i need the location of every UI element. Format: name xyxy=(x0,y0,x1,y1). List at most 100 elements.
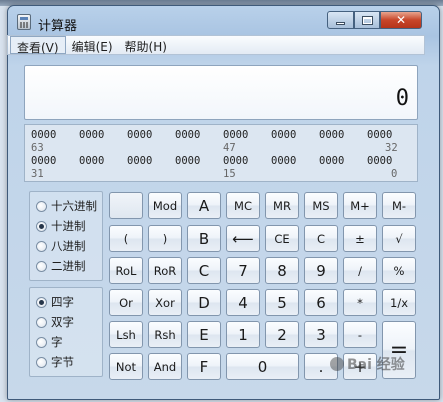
radio-label: 二进制 xyxy=(51,259,86,273)
radio-hex[interactable]: 十六进制 xyxy=(36,198,97,214)
bit-index-label: 15 xyxy=(223,168,236,180)
bit-group[interactable]: 0000 xyxy=(223,129,248,141)
radio-bin[interactable]: 二进制 xyxy=(36,258,86,274)
maximize-button[interactable] xyxy=(354,11,380,29)
bit-index-label: 47 xyxy=(223,142,236,154)
blank-button[interactable] xyxy=(109,192,143,219)
and-button[interactable]: And xyxy=(148,353,182,380)
negate-button[interactable]: ± xyxy=(343,225,377,252)
radio-dword[interactable]: 双字 xyxy=(36,314,74,330)
bit-group[interactable]: 0000 xyxy=(271,155,296,167)
menu-view[interactable]: 查看(V) xyxy=(10,36,66,55)
radio-dot-icon xyxy=(36,240,47,252)
shift-right-button[interactable]: Rsh xyxy=(148,321,182,348)
maximize-icon xyxy=(361,15,373,25)
title-bar[interactable]: 计算器 ✕ xyxy=(8,6,439,36)
binary-bit-panel: 0000 0000 0000 0000 0000 0000 0000 0000 … xyxy=(24,124,418,182)
digit-2-button[interactable]: 2 xyxy=(265,321,299,348)
baidu-paw-icon xyxy=(330,357,344,371)
memory-recall-button[interactable]: MR xyxy=(265,192,299,219)
backspace-button[interactable]: ⟵ xyxy=(226,225,260,252)
shift-left-button[interactable]: Lsh xyxy=(109,321,143,348)
bit-group[interactable]: 0000 xyxy=(79,155,104,167)
bit-group[interactable]: 0000 xyxy=(223,155,248,167)
radio-label: 字 xyxy=(51,335,63,349)
bit-group[interactable]: 0000 xyxy=(367,155,392,167)
hex-d-button[interactable]: D xyxy=(187,289,221,316)
bit-row-high: 0000 0000 0000 0000 0000 0000 0000 0000 xyxy=(31,129,411,142)
close-button[interactable]: ✕ xyxy=(380,11,422,29)
bit-group[interactable]: 0000 xyxy=(319,129,344,141)
digit-9-button[interactable]: 9 xyxy=(304,257,338,284)
memory-add-button[interactable]: M+ xyxy=(343,192,377,219)
close-icon: ✕ xyxy=(395,13,407,27)
minimize-button[interactable] xyxy=(327,11,354,29)
digit-8-button[interactable]: 8 xyxy=(265,257,299,284)
radio-oct[interactable]: 八进制 xyxy=(36,238,86,254)
radio-qword[interactable]: 四字 xyxy=(36,294,74,310)
menu-help[interactable]: 帮助(H) xyxy=(119,36,173,54)
clear-button[interactable]: C xyxy=(304,225,338,252)
bit-group[interactable]: 0000 xyxy=(319,155,344,167)
bit-group[interactable]: 0000 xyxy=(79,129,104,141)
radio-word[interactable]: 字 xyxy=(36,334,63,350)
digit-7-button[interactable]: 7 xyxy=(226,257,260,284)
clear-entry-button[interactable]: CE xyxy=(265,225,299,252)
radio-byte[interactable]: 字节 xyxy=(36,354,74,370)
digit-0-button[interactable]: 0 xyxy=(226,353,299,380)
digit-4-button[interactable]: 4 xyxy=(226,289,260,316)
result-display: 0 xyxy=(24,65,418,120)
watermark: Bai 经验 xyxy=(330,352,430,376)
hex-f-button[interactable]: F xyxy=(187,353,221,380)
menu-bar: 查看(V) 编辑(E) 帮助(H) xyxy=(7,35,425,55)
rotate-left-button[interactable]: RoL xyxy=(109,257,143,284)
rotate-right-button[interactable]: RoR xyxy=(148,257,182,284)
radio-label: 字节 xyxy=(51,355,74,369)
radio-label: 十进制 xyxy=(51,219,86,233)
close-paren-button[interactable]: ) xyxy=(148,225,182,252)
digit-5-button[interactable]: 5 xyxy=(265,289,299,316)
memory-store-button[interactable]: MS xyxy=(304,192,338,219)
calculator-icon xyxy=(17,14,31,30)
bit-group[interactable]: 0000 xyxy=(175,129,200,141)
hex-b-button[interactable]: B xyxy=(187,225,221,252)
menu-edit[interactable]: 编辑(E) xyxy=(66,36,119,54)
radio-dec[interactable]: 十进制 xyxy=(36,218,86,234)
not-button[interactable]: Not xyxy=(109,353,143,380)
xor-button[interactable]: Xor xyxy=(148,289,182,316)
subtract-button[interactable]: - xyxy=(343,321,377,348)
bit-index-label: 0 xyxy=(391,168,398,180)
bit-group[interactable]: 0000 xyxy=(127,129,152,141)
radio-label: 双字 xyxy=(51,315,74,329)
word-size-radio-group: 四字 双字 字 字节 xyxy=(29,287,103,377)
digit-1-button[interactable]: 1 xyxy=(226,321,260,348)
radio-dot-selected-icon xyxy=(36,296,47,308)
hex-a-button[interactable]: A xyxy=(187,192,221,219)
bit-group[interactable]: 0000 xyxy=(271,129,296,141)
or-button[interactable]: Or xyxy=(109,289,143,316)
memory-clear-button[interactable]: MC xyxy=(226,192,260,219)
bit-group[interactable]: 0000 xyxy=(31,129,56,141)
bit-group[interactable]: 0000 xyxy=(175,155,200,167)
percent-button[interactable]: % xyxy=(382,257,416,284)
digit-3-button[interactable]: 3 xyxy=(304,321,338,348)
hex-c-button[interactable]: C xyxy=(187,257,221,284)
backspace-arrow-icon: ⟵ xyxy=(232,229,254,248)
digit-6-button[interactable]: 6 xyxy=(304,289,338,316)
hex-e-button[interactable]: E xyxy=(187,321,221,348)
minimize-icon xyxy=(336,21,345,25)
mod-button[interactable]: Mod xyxy=(148,192,182,219)
bit-group[interactable]: 0000 xyxy=(367,129,392,141)
bit-index-row-low: 31 15 0 xyxy=(31,168,411,181)
multiply-button[interactable]: * xyxy=(343,289,377,316)
reciprocal-button[interactable]: 1/x xyxy=(382,289,416,316)
bit-index-label: 63 xyxy=(31,142,44,154)
divide-button[interactable]: / xyxy=(343,257,377,284)
sqrt-button[interactable]: √ xyxy=(382,225,416,252)
bit-group[interactable]: 0000 xyxy=(31,155,56,167)
bit-group[interactable]: 0000 xyxy=(127,155,152,167)
memory-subtract-button[interactable]: M- xyxy=(382,192,416,219)
open-paren-button[interactable]: ( xyxy=(109,225,143,252)
radio-label: 十六进制 xyxy=(51,199,97,213)
radio-dot-icon xyxy=(36,356,47,368)
